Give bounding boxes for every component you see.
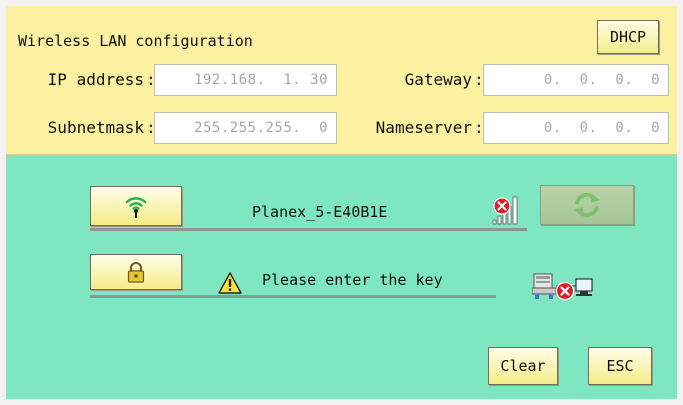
subnetmask-label: Subnetmask xyxy=(47,118,144,137)
refresh-icon xyxy=(574,192,600,218)
clear-button[interactable]: Clear xyxy=(488,347,558,385)
lock-icon xyxy=(127,262,145,283)
wlan-screen: Wireless LAN configuration DHCP IP addre… xyxy=(6,6,677,399)
gateway-field[interactable]: 0. 0. 0. 0 xyxy=(483,64,669,96)
connection-error-icon xyxy=(532,273,593,301)
key-entry-button[interactable] xyxy=(90,254,182,290)
wifi-icon xyxy=(125,197,147,218)
nameserver-field[interactable]: 0. 0. 0. 0 xyxy=(483,112,669,144)
nameserver-label: Nameserver xyxy=(375,118,472,137)
panel-title: Wireless LAN configuration xyxy=(18,32,253,50)
gateway-label: Gateway xyxy=(404,70,472,89)
signal-error-icon xyxy=(492,196,518,225)
ssid-underline xyxy=(90,228,527,231)
ssid-name: Planex_5-E40B1E xyxy=(252,203,388,221)
wifi-select-button[interactable] xyxy=(90,186,182,226)
key-prompt: Please enter the key xyxy=(262,271,443,289)
refresh-button[interactable] xyxy=(540,185,634,225)
ip-address-field[interactable]: 192.168. 1. 30 xyxy=(154,64,337,96)
key-underline xyxy=(90,295,496,298)
config-panel: Wireless LAN configuration DHCP IP addre… xyxy=(6,6,677,155)
warning-icon xyxy=(218,272,242,294)
subnetmask-field[interactable]: 255.255.255. 0 xyxy=(154,112,337,144)
esc-button[interactable]: ESC xyxy=(588,347,652,385)
ip-address-label: IP address xyxy=(47,70,144,89)
dhcp-button[interactable]: DHCP xyxy=(597,20,659,54)
